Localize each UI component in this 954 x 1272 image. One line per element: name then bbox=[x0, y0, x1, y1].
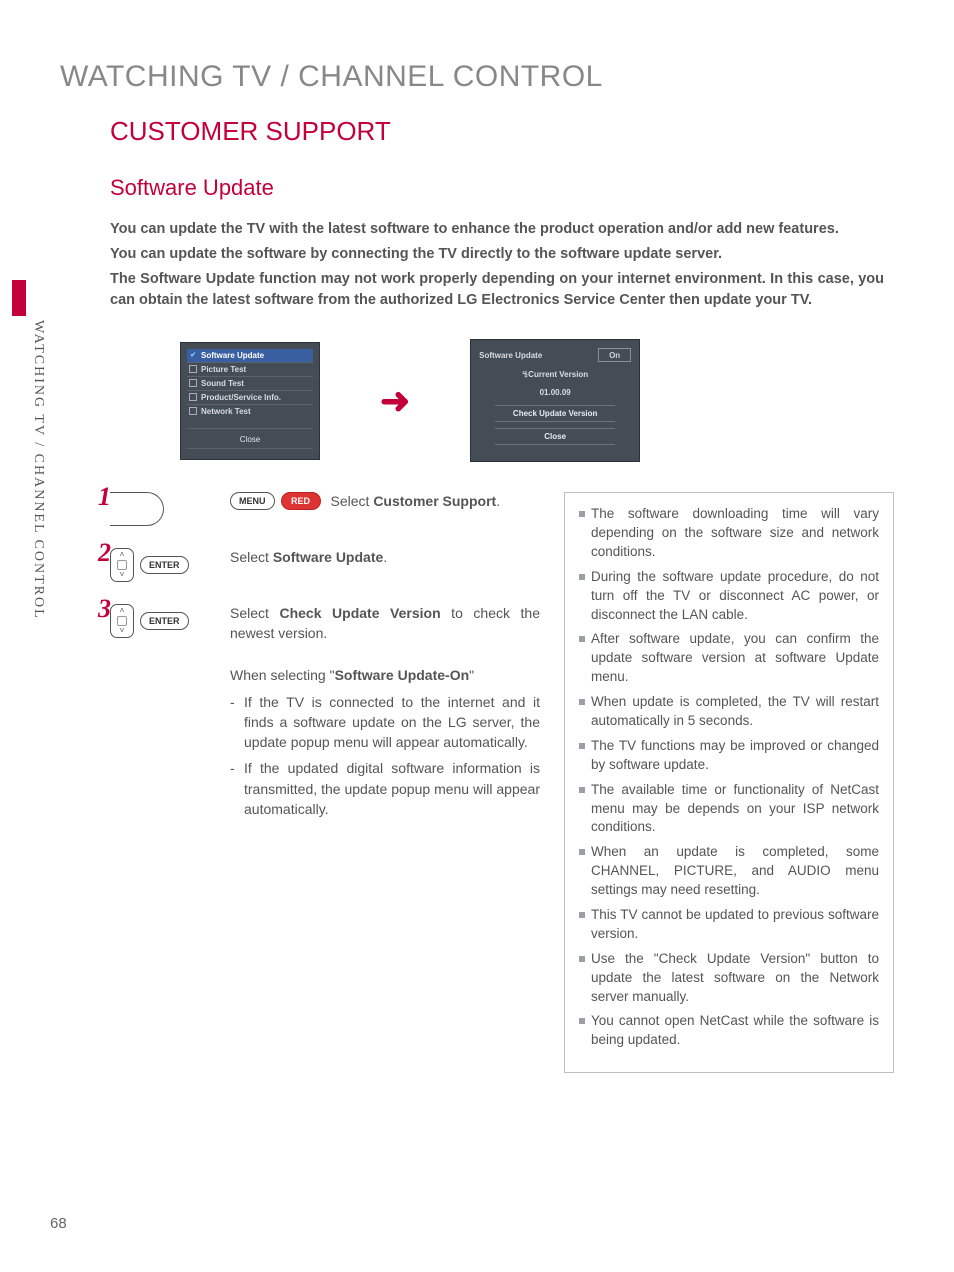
t-bold: Customer Support bbox=[373, 493, 496, 509]
panel2-state: On bbox=[598, 348, 631, 362]
side-chapter-label: WATCHING TV / CHANNEL CONTROL bbox=[30, 320, 46, 620]
t-bold: Software Update-On bbox=[335, 667, 470, 683]
menu-item-label: Software Update bbox=[201, 351, 264, 360]
t: When selecting " bbox=[230, 667, 335, 683]
t-bold: Software Update bbox=[273, 549, 383, 565]
customer-support-menu: ✔Software Update Picture Test Sound Test… bbox=[180, 342, 320, 460]
step-number: 2 bbox=[98, 538, 111, 568]
enter-key: ENTER bbox=[140, 556, 189, 574]
subsection-title: Software Update bbox=[110, 175, 894, 201]
step-1-text: Select Customer Support. bbox=[331, 492, 541, 512]
notes-box: The software downloading time will vary … bbox=[564, 492, 894, 1073]
menu-item-software-update: ✔Software Update bbox=[187, 349, 313, 363]
menu-item-label: Network Test bbox=[201, 407, 251, 416]
menu-item-label: Product/Service Info. bbox=[201, 393, 281, 402]
chevron-up-icon: ˄ bbox=[120, 551, 125, 559]
menu-item-network-test: Network Test bbox=[187, 405, 313, 418]
note-item: During the software update procedure, do… bbox=[579, 568, 879, 625]
menu-item-sound-test: Sound Test bbox=[187, 377, 313, 391]
note-item: This TV cannot be updated to previous so… bbox=[579, 906, 879, 944]
step-3: 3 ˄ ˅ ENTER Select Check Update Version … bbox=[110, 604, 540, 643]
note-item: The software downloading time will vary … bbox=[579, 505, 879, 562]
side-accent bbox=[12, 280, 26, 316]
menu-item-picture-test: Picture Test bbox=[187, 363, 313, 377]
t: . bbox=[496, 493, 500, 509]
t: " bbox=[469, 667, 474, 683]
step-1: 1 MENU RED Select Customer Support. bbox=[110, 492, 540, 526]
t: . bbox=[383, 549, 387, 565]
software-update-panel: Software Update On ꔈCurrent Version 01.0… bbox=[470, 339, 640, 462]
check-update-version-button: Check Update Version bbox=[495, 405, 615, 422]
t: Select bbox=[230, 605, 279, 621]
note-item: Use the "Check Update Version" button to… bbox=[579, 950, 879, 1007]
when-selecting-item: If the updated digital software informat… bbox=[230, 758, 540, 819]
step-2-text: Select Software Update. bbox=[230, 548, 540, 568]
menu-key: MENU bbox=[230, 492, 275, 510]
current-version-label: ꔈCurrent Version bbox=[479, 370, 631, 380]
dpad-icon: ˄ ˅ bbox=[110, 548, 134, 582]
menu-item-product-service: Product/Service Info. bbox=[187, 391, 313, 405]
chevron-up-icon: ˄ bbox=[120, 607, 125, 615]
t: Select bbox=[230, 549, 273, 565]
note-item: After software update, you can confirm t… bbox=[579, 630, 879, 687]
step-number: 3 bbox=[98, 594, 111, 624]
chevron-down-icon: ˅ bbox=[120, 627, 125, 635]
note-item: When update is completed, the TV will re… bbox=[579, 693, 879, 731]
intro-block: You can update the TV with the latest so… bbox=[110, 219, 884, 311]
panel2-title: Software Update bbox=[479, 351, 542, 360]
note-item: You cannot open NetCast while the softwa… bbox=[579, 1012, 879, 1050]
red-key: RED bbox=[281, 492, 321, 510]
chevron-down-icon: ˅ bbox=[120, 571, 125, 579]
menu-item-label: Picture Test bbox=[201, 365, 246, 374]
dpad-icon: ˄ ˅ bbox=[110, 604, 134, 638]
when-selecting-block: When selecting "Software Update-On" If t… bbox=[230, 665, 540, 819]
menu-close-button: Close bbox=[187, 428, 313, 449]
step-2: 2 ˄ ˅ ENTER Select Software Update. bbox=[110, 548, 540, 582]
remote-upper-icon bbox=[110, 492, 164, 526]
intro-p3: The Software Update function may not wor… bbox=[110, 269, 884, 311]
dpad-center-icon bbox=[117, 616, 127, 626]
current-version-value: 01.00.09 bbox=[479, 388, 631, 397]
intro-p1: You can update the TV with the latest so… bbox=[110, 219, 884, 240]
dpad-center-icon bbox=[117, 560, 127, 570]
lower-columns: 1 MENU RED Select Customer Support. 2 ˄ bbox=[110, 492, 894, 1073]
step-3-text: Select Check Update Version to check the… bbox=[230, 604, 540, 643]
note-item: When an update is completed, some CHANNE… bbox=[579, 843, 879, 900]
when-selecting-item: If the TV is connected to the internet a… bbox=[230, 692, 540, 753]
arrow-right-icon: ➜ bbox=[380, 380, 410, 422]
section-title: CUSTOMER SUPPORT bbox=[110, 116, 894, 147]
t-bold: Check Update Version bbox=[279, 605, 440, 621]
note-item: The available time or functionality of N… bbox=[579, 781, 879, 838]
menu-item-label: Sound Test bbox=[201, 379, 244, 388]
enter-key: ENTER bbox=[140, 612, 189, 630]
when-selecting-heading: When selecting "Software Update-On" bbox=[230, 665, 540, 685]
panel2-close-button: Close bbox=[495, 428, 615, 445]
intro-p2: You can update the software by connectin… bbox=[110, 244, 884, 265]
figure-row: ✔Software Update Picture Test Sound Test… bbox=[180, 339, 894, 462]
page-number: 68 bbox=[50, 1215, 67, 1232]
note-item: The TV functions may be improved or chan… bbox=[579, 737, 879, 775]
left-column: 1 MENU RED Select Customer Support. 2 ˄ bbox=[110, 492, 540, 1073]
chapter-title: WATCHING TV / CHANNEL CONTROL bbox=[60, 60, 894, 94]
t: Select bbox=[331, 493, 374, 509]
